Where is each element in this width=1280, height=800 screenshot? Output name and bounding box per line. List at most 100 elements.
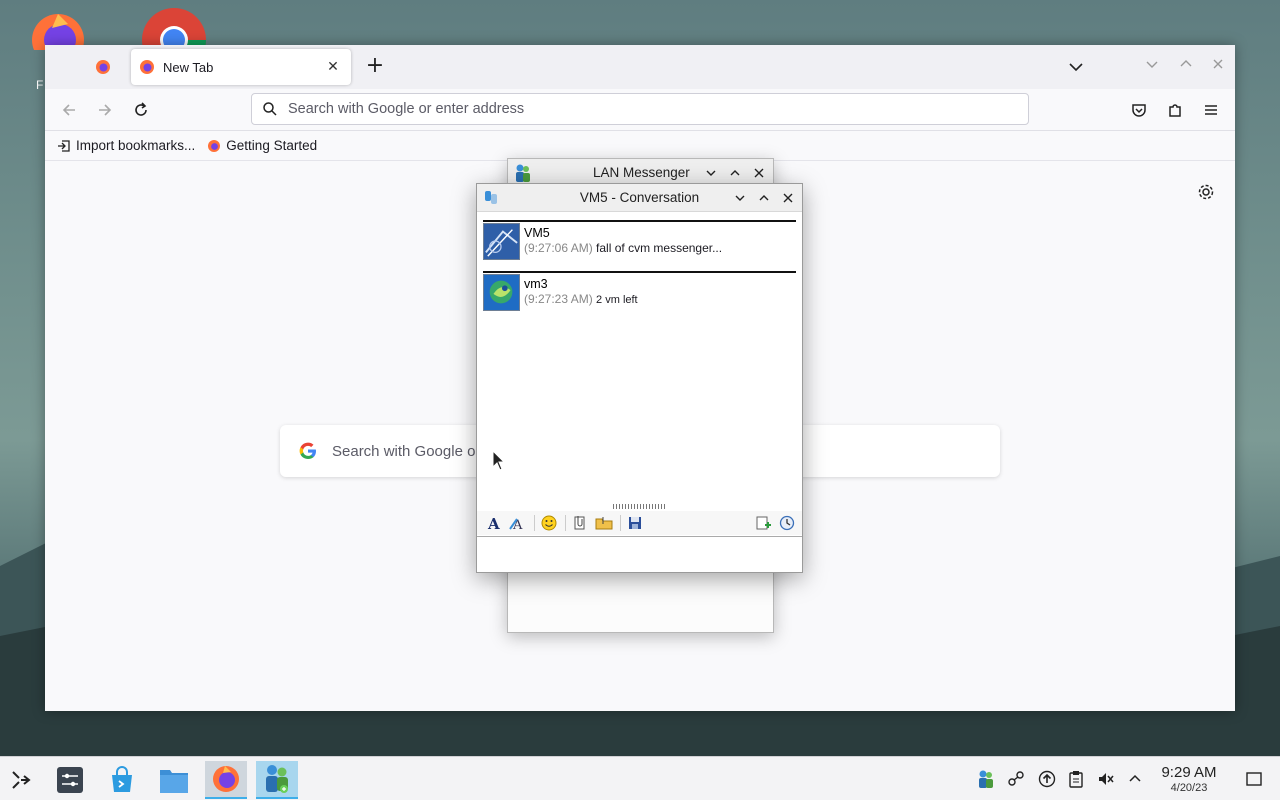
message-item: VM5 (9:27:06 AM) fall of cvm messenger..… <box>483 220 796 260</box>
reload-button[interactable] <box>129 98 153 122</box>
taskbar-system-settings[interactable] <box>49 761 91 799</box>
show-desktop-icon <box>1246 772 1262 786</box>
folder-icon <box>595 517 613 530</box>
list-all-tabs-button[interactable] <box>1065 57 1087 77</box>
back-button[interactable] <box>57 98 81 122</box>
close-icon <box>783 193 793 203</box>
svg-text:A: A <box>487 515 500 531</box>
avatar <box>483 223 520 260</box>
send-file-button[interactable] <box>569 513 591 533</box>
font-color-button[interactable]: A <box>507 513 529 533</box>
arrow-left-icon <box>62 104 75 116</box>
taskbar-firefox[interactable] <box>205 761 247 799</box>
clock-date: 4/20/23 <box>1170 782 1208 794</box>
taskbar-file-manager[interactable] <box>153 761 195 799</box>
message-item: vm3 (9:27:23 AM) 2 vm left <box>483 271 796 311</box>
settings-panel-icon <box>57 767 83 793</box>
update-arrow-icon <box>1038 770 1056 788</box>
message-line: (9:27:23 AM) 2 vm left <box>524 292 638 306</box>
digital-clock[interactable]: 9:29 AM 4/20/23 <box>1154 764 1224 794</box>
firefox-icon <box>208 139 221 152</box>
tray-clipboard[interactable] <box>1066 769 1086 789</box>
lan-messenger-title: LAN Messenger <box>593 165 690 180</box>
bookmark-label: Import bookmarks... <box>76 138 196 153</box>
bookmark-getting-started[interactable]: Getting Started <box>207 138 317 153</box>
avatar <box>483 274 520 311</box>
folder-icon <box>160 770 188 793</box>
tray-updates[interactable] <box>1037 769 1057 789</box>
application-launcher-button[interactable] <box>0 761 42 799</box>
forward-button[interactable] <box>93 98 117 122</box>
close-icon <box>754 168 764 178</box>
close-icon[interactable]: ✕ <box>323 57 343 77</box>
smiley-icon <box>541 515 557 531</box>
show-desktop-button[interactable] <box>1244 769 1264 789</box>
chevron-up-icon <box>1180 60 1192 67</box>
message-input[interactable] <box>477 536 802 572</box>
emoticon-button[interactable] <box>538 513 560 533</box>
kde-launcher-icon <box>12 771 31 789</box>
google-icon <box>299 442 316 459</box>
bookmarks-toolbar: Import bookmarks... Getting Started <box>45 131 1235 161</box>
conversation-title: VM5 - Conversation <box>579 190 700 205</box>
hamburger-menu-icon <box>1205 105 1217 115</box>
pocket-button[interactable] <box>1127 98 1151 122</box>
puzzle-icon <box>1169 104 1181 117</box>
chevron-down-icon <box>1069 63 1083 72</box>
address-bar[interactable]: Search with Google or enter address <box>251 93 1029 125</box>
mouse-cursor-icon <box>492 450 506 471</box>
tab-new-tab[interactable]: New Tab ✕ <box>131 49 351 85</box>
taskbar-lan-messenger[interactable] <box>256 761 298 799</box>
bookmark-import[interactable]: Import bookmarks... <box>57 138 195 153</box>
firefox-icon <box>32 14 84 66</box>
extensions-button[interactable] <box>1163 98 1187 122</box>
message-text: 2 vm left <box>596 294 638 306</box>
splitter-handle[interactable] <box>613 504 667 509</box>
toolbar-separator <box>534 515 535 531</box>
desktop-icon-chrome[interactable] <box>142 6 208 73</box>
chevron-down-icon <box>735 195 745 201</box>
minimize-button[interactable] <box>1142 57 1162 77</box>
maximize-button[interactable] <box>755 189 773 207</box>
font-color-icon: A <box>509 518 523 531</box>
tray-kde-connect[interactable] <box>1006 769 1026 789</box>
app-menu-button[interactable] <box>1199 98 1223 122</box>
tab-title: New Tab <box>163 59 214 75</box>
minimize-button[interactable] <box>731 189 749 207</box>
conversation-window: VM5 - Conversation VM5 (9:27:06 AM) fall… <box>476 183 803 573</box>
tab-bar: New Tab ✕ + <box>45 45 1235 89</box>
message-time: (9:27:06 AM) <box>524 241 593 255</box>
tray-volume[interactable] <box>1096 769 1116 789</box>
minimize-button[interactable] <box>702 164 720 182</box>
save-button[interactable] <box>624 513 646 533</box>
add-contact-button[interactable] <box>752 513 774 533</box>
close-button[interactable] <box>750 164 768 182</box>
new-tab-button[interactable]: + <box>363 55 387 79</box>
firefox-icon <box>140 60 154 74</box>
address-bar-placeholder: Search with Google or enter address <box>288 101 525 117</box>
font-button[interactable]: A <box>483 513 505 533</box>
message-toolbar: A A <box>477 511 802 535</box>
close-window-button[interactable] <box>1208 57 1228 77</box>
settings-button[interactable] <box>1197 183 1215 205</box>
history-button[interactable] <box>776 513 798 533</box>
taskbar-discover[interactable] <box>101 761 143 799</box>
taskbar: 9:29 AM 4/20/23 <box>0 756 1280 800</box>
maximize-button[interactable] <box>726 164 744 182</box>
pocket-icon <box>1132 104 1146 117</box>
navigation-bar: Search with Google or enter address <box>45 89 1235 131</box>
send-folder-button[interactable] <box>593 513 615 533</box>
chevron-up-icon <box>1129 774 1141 782</box>
chevron-up-icon <box>759 195 769 201</box>
close-button[interactable] <box>779 189 797 207</box>
message-time: (9:27:23 AM) <box>524 292 593 306</box>
kde-connect-icon <box>1008 771 1024 786</box>
conversation-titlebar[interactable]: VM5 - Conversation <box>477 184 802 212</box>
close-icon <box>1213 59 1223 69</box>
tab-pinned-firefox[interactable] <box>83 51 123 83</box>
tray-lan-messenger[interactable] <box>976 769 996 789</box>
lan-messenger-icon <box>266 765 288 793</box>
maximize-button[interactable] <box>1176 57 1196 77</box>
tray-expand-button[interactable] <box>1125 769 1145 789</box>
chevron-up-icon <box>730 170 740 176</box>
